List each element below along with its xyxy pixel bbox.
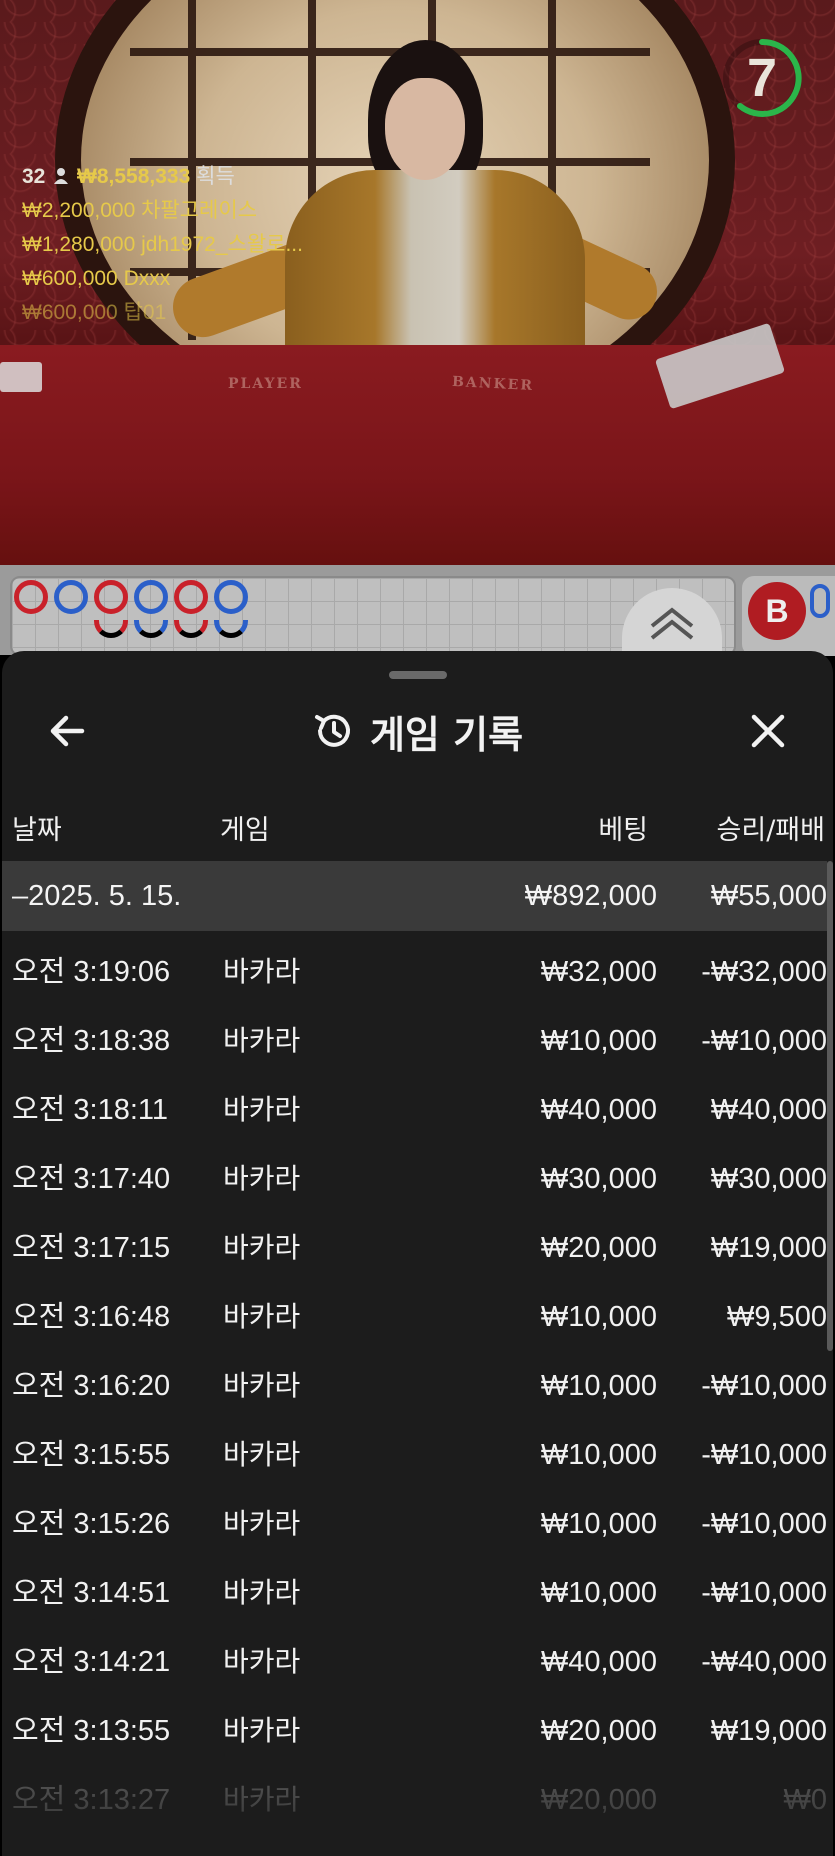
- column-header-date[interactable]: 날짜: [12, 799, 62, 863]
- table-row[interactable]: 오전 3:16:20 바카라 ₩10,000 -₩10,000: [2, 1345, 827, 1414]
- winner-entry: ₩2,200,000 차팔고레이스: [22, 194, 303, 228]
- row-time: 오전 3:13:27: [12, 1784, 171, 1816]
- winners-list: 32 ₩8,558,333 획득 ₩2,200,000 차팔고레이스 ₩1,28…: [22, 160, 303, 330]
- game-history-sheet: 게임 기록 날짜 게임 베팅 승리/패배 –2025. 5. 15. ₩892,…: [2, 651, 833, 1856]
- winners-header: 32 ₩8,558,333 획득: [22, 160, 303, 194]
- road-circle-player: [134, 580, 168, 614]
- round-timer: 7: [720, 36, 804, 120]
- winners-count: 32: [22, 165, 46, 188]
- road-circle-banker: [174, 580, 208, 614]
- table-row[interactable]: 오전 3:14:51 바카라 ₩10,000 -₩10,000: [2, 1552, 827, 1621]
- live-video-feed: PLAYER BANKER 7 32 ₩8,558,333 획득 ₩2,200,…: [0, 0, 835, 565]
- road-dot-player: [810, 584, 830, 618]
- history-icon: [314, 714, 350, 747]
- table-row[interactable]: 오전 3:13:55 바카라 ₩20,000 ₩19,000: [2, 1690, 827, 1759]
- row-win-loss: ₩0: [783, 1784, 828, 1816]
- sheet-header: 게임 기록: [2, 701, 833, 761]
- person-icon: [54, 168, 69, 184]
- discard-tray: [0, 362, 42, 392]
- column-header-win-loss[interactable]: 승리/패배: [717, 799, 825, 863]
- column-header-bet[interactable]: 베팅: [598, 799, 648, 863]
- date-group-bet-total: ₩892,000: [524, 880, 657, 912]
- page-title: 게임 기록: [369, 712, 524, 757]
- winners-label: 획득: [196, 165, 235, 188]
- table-row[interactable]: 오전 3:17:40 바카라 ₩30,000 ₩30,000: [2, 1138, 827, 1207]
- date-group-win-total: ₩55,000: [710, 880, 827, 912]
- date-group-label: –2025. 5. 15.: [12, 880, 182, 912]
- felt-label-player: PLAYER: [228, 376, 303, 392]
- road-circle-player: [134, 620, 168, 638]
- winner-amount: ₩2,200,000: [22, 199, 136, 222]
- winner-name: jdh1972_스왈로...: [141, 233, 303, 256]
- history-rows: 오전 3:19:06 바카라 ₩32,000 -₩32,000 오전 3:18:…: [2, 931, 827, 1828]
- date-group-row[interactable]: –2025. 5. 15. ₩892,000 ₩55,000: [2, 861, 827, 931]
- table-row[interactable]: 오전 3:16:48 바카라 ₩10,000 ₩9,500: [2, 1276, 827, 1345]
- winner-entry: ₩600,000 탑01: [22, 296, 303, 330]
- road-circle-banker: [94, 620, 128, 638]
- road-circle-banker: [174, 620, 208, 638]
- winner-amount: ₩600,000: [22, 267, 118, 290]
- winner-entry: ₩600,000 Dxxx: [22, 262, 303, 296]
- winner-name: 탑01: [123, 301, 167, 324]
- row-bet: ₩20,000: [540, 1784, 657, 1816]
- close-icon: [751, 714, 785, 748]
- column-header-game[interactable]: 게임: [220, 799, 270, 863]
- drag-handle[interactable]: [389, 671, 447, 679]
- table-row[interactable]: 오전 3:18:38 바카라 ₩10,000 -₩10,000: [2, 1000, 827, 1069]
- banker-prediction-badge[interactable]: B: [748, 582, 806, 640]
- road-circle-banker: [94, 580, 128, 614]
- road-circle-player: [54, 580, 88, 614]
- winners-total: ₩8,558,333: [77, 165, 191, 188]
- timer-count: 7: [746, 48, 778, 108]
- winner-name: Dxxx: [123, 267, 171, 290]
- table-row[interactable]: 오전 3:14:21 바카라 ₩40,000 -₩40,000: [2, 1621, 827, 1690]
- table-row[interactable]: 오전 3:15:55 바카라 ₩10,000 -₩10,000: [2, 1414, 827, 1483]
- road-circle-banker: [14, 580, 48, 614]
- winner-entry: ₩1,280,000 jdh1972_스왈로...: [22, 228, 303, 262]
- scrollbar[interactable]: [827, 861, 833, 1351]
- dealer-body: [285, 170, 585, 360]
- table-row[interactable]: 오전 3:18:11 바카라 ₩40,000 ₩40,000: [2, 1069, 827, 1138]
- dealer-face: [385, 78, 465, 180]
- winner-name: 차팔고레이스: [141, 199, 258, 222]
- road-circle-player: [214, 620, 248, 638]
- table-row[interactable]: 오전 3:17:15 바카라 ₩20,000 ₩19,000: [2, 1207, 827, 1276]
- road-circle-player: [214, 580, 248, 614]
- winner-amount: ₩1,280,000: [22, 233, 136, 256]
- row-game: 바카라: [223, 1783, 301, 1816]
- close-button[interactable]: [740, 703, 796, 759]
- table-row[interactable]: 오전 3:15:26 바카라 ₩10,000 -₩10,000: [2, 1483, 827, 1552]
- winner-amount: ₩600,000: [22, 301, 118, 324]
- chevron-up-icon: [650, 607, 694, 640]
- table-header: 날짜 게임 베팅 승리/패배: [2, 799, 833, 863]
- table-row[interactable]: 오전 3:19:06 바카라 ₩32,000 -₩32,000: [2, 931, 827, 1000]
- table-row[interactable]: 오전 3:13:27 바카라 ₩20,000 ₩0: [2, 1759, 827, 1828]
